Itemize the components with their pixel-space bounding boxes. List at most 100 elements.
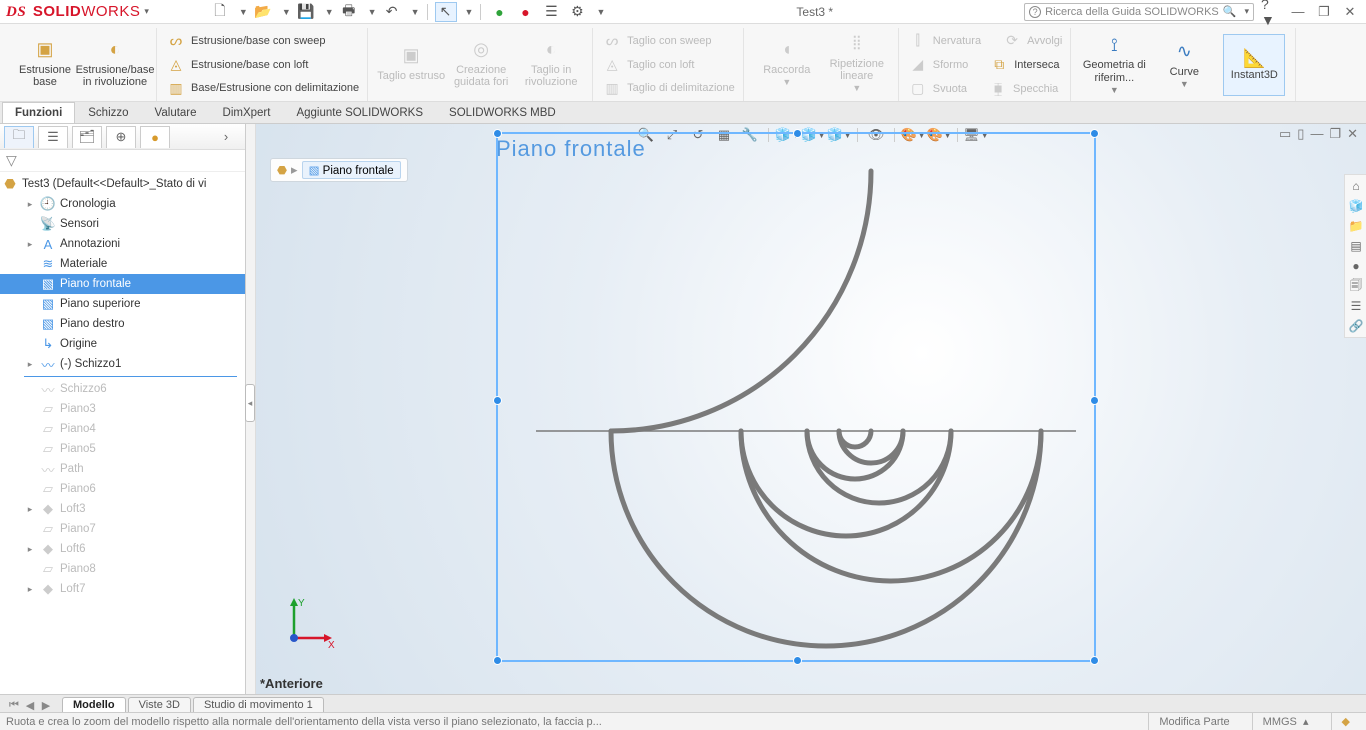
tree-node-piano7[interactable]: ▱Piano7 bbox=[0, 519, 245, 539]
breadcrumb-bar[interactable]: ⬣ ▸ ▧ Piano frontale bbox=[270, 158, 408, 182]
taskpane-btn-6[interactable]: ☰ bbox=[1347, 297, 1365, 315]
display-tab[interactable]: ⊕ bbox=[106, 126, 136, 148]
qat-new-drop[interactable]: ▼ bbox=[239, 7, 248, 17]
plane-icon: ▧ bbox=[309, 165, 320, 177]
curves-button[interactable]: ∿Curve▼ bbox=[1149, 32, 1219, 98]
node-icon: ◆ bbox=[40, 541, 56, 557]
model-tabs-prev[interactable]: ◀ bbox=[22, 699, 38, 712]
qat-save-drop[interactable]: ▼ bbox=[325, 7, 334, 17]
tab-valutare[interactable]: Valutare bbox=[142, 102, 210, 123]
view-triad[interactable]: Y X bbox=[276, 596, 336, 656]
tree-node-piano8[interactable]: ▱Piano8 bbox=[0, 559, 245, 579]
window-close[interactable]: ✕ bbox=[1340, 4, 1360, 20]
tab-motion-study[interactable]: Studio di movimento 1 bbox=[193, 697, 324, 712]
tab-funzioni[interactable]: Funzioni bbox=[2, 102, 75, 123]
graphics-area[interactable]: 🔍⤢↺▦🔧🧊▼🧊▼🧊▼👁🎨▼🎨▼🖥▼ ▭ ▯ — ❐ ✕ ⬣ ▸ ▧ Piano… bbox=[256, 124, 1366, 696]
qat-new[interactable]: 🗋 bbox=[209, 2, 231, 22]
collapse-knob-icon[interactable]: ◂ bbox=[245, 384, 255, 422]
taskpane-btn-1[interactable]: 🧊 bbox=[1347, 197, 1365, 215]
property-tab[interactable]: 🗂 bbox=[72, 126, 102, 148]
tree-node-loft7[interactable]: ▸◆Loft7 bbox=[0, 579, 245, 599]
tab-viste3d[interactable]: Viste 3D bbox=[128, 697, 191, 712]
tree-node-piano-frontale[interactable]: ▧Piano frontale bbox=[0, 274, 245, 294]
taskpane-btn-7[interactable]: 🔗 bbox=[1347, 317, 1365, 335]
tab-aggiunte[interactable]: Aggiunte SOLIDWORKS bbox=[283, 102, 436, 123]
tree-node-schizzo6[interactable]: 〰Schizzo6 bbox=[0, 379, 245, 399]
loft-boss-button[interactable]: ◬Estrusione/base con loft bbox=[165, 54, 361, 76]
qat-print-drop[interactable]: ▼ bbox=[368, 7, 377, 17]
tree-node-path[interactable]: 〰Path bbox=[0, 459, 245, 479]
qat-rebuild-err-icon[interactable]: ● bbox=[514, 2, 536, 22]
taskpane-btn-0[interactable]: ⌂ bbox=[1347, 177, 1365, 195]
tree-node-origine[interactable]: ↳Origine bbox=[0, 334, 245, 354]
tree-overflow[interactable]: › bbox=[211, 126, 241, 148]
tab-dimxpert[interactable]: DimXpert bbox=[210, 102, 284, 123]
qat-undo[interactable]: ↶ bbox=[381, 2, 403, 22]
qat-select[interactable]: ↖ bbox=[435, 2, 457, 22]
tab-mbd[interactable]: SOLIDWORKS MBD bbox=[436, 102, 569, 123]
tree-filter[interactable]: ▽ bbox=[0, 150, 245, 172]
window-restore[interactable]: ❐ bbox=[1314, 4, 1334, 20]
taskpane-btn-5[interactable]: 🗐 bbox=[1347, 277, 1365, 295]
qat-print[interactable]: 🖶 bbox=[338, 2, 360, 22]
tree-node-loft6[interactable]: ▸◆Loft6 bbox=[0, 539, 245, 559]
tab-modello[interactable]: Modello bbox=[62, 697, 126, 712]
search-dropdown[interactable]: ▾ bbox=[1244, 6, 1249, 17]
taskpane-btn-2[interactable]: 📁 bbox=[1347, 217, 1365, 235]
tree-node-piano4[interactable]: ▱Piano4 bbox=[0, 419, 245, 439]
qat-settings[interactable]: ⚙ bbox=[566, 2, 588, 22]
status-units[interactable]: MMGS ▴ bbox=[1252, 713, 1319, 730]
qat-save[interactable]: 💾 bbox=[295, 2, 317, 22]
appearance-tab[interactable]: ● bbox=[140, 126, 170, 148]
viewport-close[interactable]: ✕ bbox=[1347, 126, 1358, 142]
tree-node-piano-destro[interactable]: ▧Piano destro bbox=[0, 314, 245, 334]
feature-tree: ⬣ Test3 (Default<<Default>_Stato di vi ▸… bbox=[0, 172, 245, 601]
viewport-min2[interactable]: — bbox=[1310, 126, 1323, 142]
pane-splitter[interactable]: ◂ bbox=[246, 124, 256, 696]
tab-schizzo[interactable]: Schizzo bbox=[75, 102, 141, 123]
tree-node-piano3[interactable]: ▱Piano3 bbox=[0, 399, 245, 419]
tree-node-piano6[interactable]: ▱Piano6 bbox=[0, 479, 245, 499]
viewport-split[interactable]: ▯ bbox=[1297, 126, 1304, 142]
status-custom-icon[interactable]: ◆ bbox=[1331, 713, 1360, 730]
fm-tree-tab[interactable]: 🗀 bbox=[4, 126, 34, 148]
taskpane-btn-4[interactable]: ● bbox=[1347, 257, 1365, 275]
intersect-button[interactable]: ⧉Interseca bbox=[988, 54, 1061, 76]
qat-select-drop[interactable]: ▼ bbox=[465, 7, 474, 17]
breadcrumb-plane[interactable]: ▧ Piano frontale bbox=[302, 161, 401, 179]
config-tab[interactable]: ☰ bbox=[38, 126, 68, 148]
tree-node-sensori[interactable]: 📡Sensori bbox=[0, 214, 245, 234]
swept-boss-button[interactable]: ᔕEstrusione/base con sweep bbox=[165, 30, 361, 52]
qat-open-drop[interactable]: ▼ bbox=[282, 7, 291, 17]
node-label: Piano4 bbox=[60, 423, 96, 435]
help-menu[interactable]: ? ▼ bbox=[1260, 2, 1282, 22]
search-icon[interactable]: 🔍 bbox=[1223, 5, 1237, 18]
instant3d-button[interactable]: 📐Instant3D bbox=[1223, 34, 1285, 96]
extrude-boss-button[interactable]: ▣ Estrusione base bbox=[10, 30, 80, 96]
boundary-boss-button[interactable]: ▥Base/Estrusione con delimitazione bbox=[165, 77, 361, 99]
model-tabs-next[interactable]: ▶ bbox=[38, 699, 54, 712]
viewport-minimize[interactable]: ▭ bbox=[1279, 126, 1291, 142]
tree-node-piano-superiore[interactable]: ▧Piano superiore bbox=[0, 294, 245, 314]
tree-node-piano5[interactable]: ▱Piano5 bbox=[0, 439, 245, 459]
qat-settings-drop[interactable]: ▼ bbox=[596, 7, 605, 17]
tree-node-annotazioni[interactable]: ▸AAnnotazioni bbox=[0, 234, 245, 254]
qat-rebuild-ok-icon[interactable]: ● bbox=[488, 2, 510, 22]
revolve-boss-button[interactable]: ◐ Estrusione/base in rivoluzione bbox=[80, 30, 150, 96]
viewport-restore[interactable]: ❐ bbox=[1329, 126, 1341, 142]
tree-node-materiale-non-specificato-[interactable]: ≋Materiale bbox=[0, 254, 245, 274]
window-minimize[interactable]: — bbox=[1288, 4, 1308, 19]
ref-geometry-button[interactable]: ⟟Geometria di riferim...▼ bbox=[1079, 32, 1149, 98]
model-tabs-first[interactable]: ⏮ bbox=[6, 699, 22, 712]
tree-root-node[interactable]: ⬣ Test3 (Default<<Default>_Stato di vi bbox=[0, 174, 245, 194]
qat-undo-drop[interactable]: ▼ bbox=[411, 7, 420, 17]
qat-options[interactable]: ☰ bbox=[540, 2, 562, 22]
qat-open[interactable]: 📂 bbox=[252, 2, 274, 22]
tree-node-loft3[interactable]: ▸◆Loft3 bbox=[0, 499, 245, 519]
loft-boss-label: Estrusione/base con loft bbox=[191, 59, 308, 71]
tree-node-cronologia[interactable]: ▸🕘Cronologia bbox=[0, 194, 245, 214]
help-search[interactable]: ? Ricerca della Guida SOLIDWORKS 🔍 ▾ bbox=[1024, 3, 1254, 21]
tree-node--schizzo1[interactable]: ▸〰(-) Schizzo1 bbox=[0, 354, 245, 374]
taskpane-btn-3[interactable]: ▤ bbox=[1347, 237, 1365, 255]
app-menu-dropdown[interactable]: ▾ bbox=[144, 6, 149, 17]
